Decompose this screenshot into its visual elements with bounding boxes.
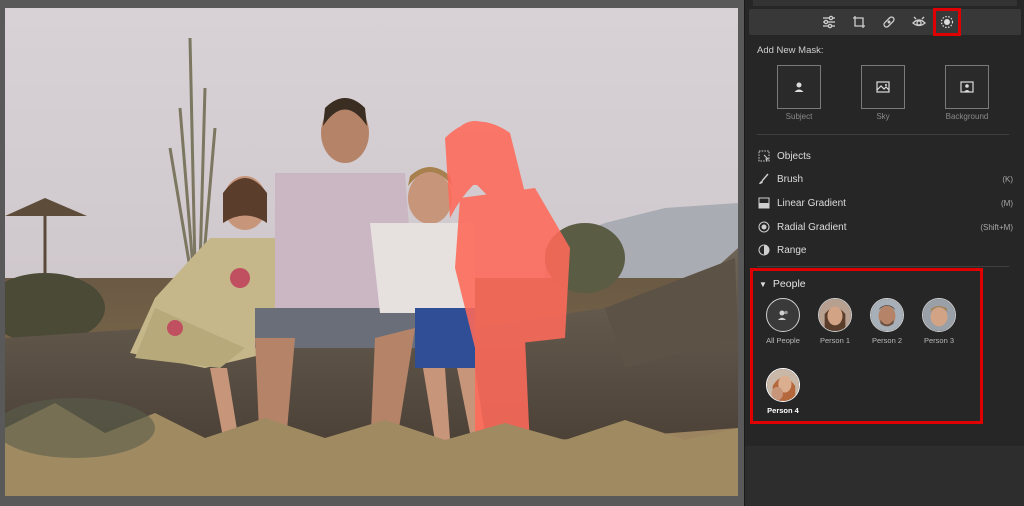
mask-tool-brush-label: Brush [777, 173, 804, 185]
mask-subject-label: Subject [785, 112, 813, 121]
mask-tool-radial-gradient-shortcut: (Shift+M) [980, 222, 1013, 232]
disclosure-triangle-icon: ▼ [759, 279, 767, 289]
people-section-title: People [772, 278, 806, 290]
red-eye-tool-button[interactable] [909, 12, 929, 32]
mask-subject-button[interactable] [777, 65, 821, 109]
brush-icon [757, 172, 771, 186]
range-icon [757, 243, 771, 257]
person-4[interactable]: Person 4 [755, 368, 811, 415]
mask-tool-linear-gradient[interactable]: Linear Gradient (M) [757, 194, 1013, 212]
person-2[interactable]: Person 2 [859, 298, 915, 345]
mask-tool-radial-gradient-label: Radial Gradient [777, 221, 847, 233]
person-1-avatar [818, 298, 852, 332]
masking-panel: Add New Mask: Subject Sky Background Obj… [744, 0, 1024, 506]
divider [757, 134, 1009, 135]
person-4-avatar [766, 368, 800, 402]
panel-bottom-area [745, 446, 1024, 506]
sliders-icon [823, 15, 835, 29]
panel-header-strip [753, 0, 1017, 6]
sky-icon [876, 81, 890, 93]
mask-sky-label: Sky [876, 112, 890, 121]
mask-tool-radial-gradient[interactable]: Radial Gradient (Shift+M) [757, 218, 1013, 236]
radial-gradient-icon [757, 220, 771, 234]
person-label: Person 2 [871, 336, 903, 345]
app-window: Add New Mask: Subject Sky Background Obj… [0, 0, 1024, 506]
linear-gradient-icon [757, 196, 771, 210]
person-label: All People [766, 336, 800, 345]
background-icon [960, 81, 974, 93]
subject-icon [794, 82, 804, 92]
mask-sky-button[interactable] [861, 65, 905, 109]
photo-preview[interactable] [5, 8, 738, 496]
mask-tool-linear-gradient-label: Linear Gradient [777, 197, 846, 209]
person-3-avatar [922, 298, 956, 332]
masking-tool-button[interactable] [933, 8, 961, 36]
person-2-avatar [870, 298, 904, 332]
person-all-people[interactable]: All People [755, 298, 811, 345]
mask-tool-objects[interactable]: Objects [757, 147, 1013, 165]
edit-tool-button[interactable] [819, 12, 839, 32]
person-1[interactable]: Person 1 [807, 298, 863, 345]
person-label: Person 4 [767, 406, 799, 415]
mask-tool-objects-label: Objects [777, 150, 811, 162]
healing-bandage-icon [883, 16, 895, 28]
crop-rotate-icon [853, 16, 865, 28]
crop-tool-button[interactable] [849, 12, 869, 32]
photo-canvas[interactable] [0, 0, 744, 506]
red-eye-icon [912, 16, 926, 27]
person-label: Person 3 [923, 336, 955, 345]
mask-tool-linear-gradient-shortcut: (M) [1001, 198, 1013, 208]
people-section-header[interactable]: ▼ People [759, 278, 806, 290]
edit-toolbar [749, 8, 1021, 36]
mask-tool-brush-shortcut: (K) [1002, 174, 1013, 184]
person-label: Person 1 [819, 336, 851, 345]
healing-tool-button[interactable] [879, 12, 899, 32]
mask-tool-range-label: Range [777, 244, 807, 256]
person-3[interactable]: Person 3 [911, 298, 967, 345]
add-new-mask-title: Add New Mask: [757, 45, 824, 56]
mask-background-label: Background [945, 112, 989, 121]
mask-tool-brush[interactable]: Brush (K) [757, 170, 1013, 188]
masking-icon [940, 15, 954, 29]
objects-icon [757, 149, 771, 163]
family-photo-image [5, 8, 738, 496]
mask-background-button[interactable] [945, 65, 989, 109]
all-people-icon [766, 298, 800, 332]
mask-tool-range[interactable]: Range [757, 241, 1013, 259]
divider [757, 266, 1009, 267]
